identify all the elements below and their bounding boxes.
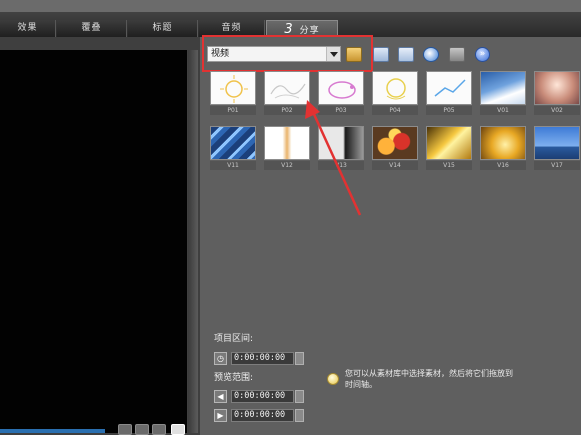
highlight-box	[202, 35, 373, 72]
pages-icon[interactable]	[449, 47, 465, 62]
player-scrollbar[interactable]	[188, 50, 198, 433]
mark-out-icon[interactable]: ▶	[214, 408, 227, 422]
clock-icon: ◷	[214, 351, 227, 365]
thumb-image	[264, 71, 310, 105]
player-button-1[interactable]	[118, 424, 132, 435]
library-thumb[interactable]: V15	[426, 126, 472, 170]
lightbulb-icon	[327, 373, 339, 385]
expand-icon[interactable]: »	[475, 47, 490, 62]
thumb-image	[372, 126, 418, 160]
sort-icon[interactable]	[423, 47, 439, 62]
preview-end-stepper[interactable]	[295, 408, 304, 422]
import-icon[interactable]	[373, 47, 389, 62]
tab-overlay[interactable]: 覆叠	[57, 20, 127, 37]
library-thumb[interactable]: V14	[372, 126, 418, 170]
library-thumb[interactable]: P01	[210, 71, 256, 115]
thumb-image	[210, 71, 256, 105]
thumb-caption: V13	[318, 161, 364, 170]
library-thumb[interactable]: V11	[210, 126, 256, 170]
player-button-3[interactable]	[152, 424, 166, 435]
library-thumb[interactable]: V13	[318, 126, 364, 170]
thumb-image	[534, 126, 580, 160]
preview-end-control: ▶ 0:00:00:00	[214, 408, 304, 422]
preview-end-field[interactable]: 0:00:00:00	[231, 408, 294, 422]
thumb-image	[210, 126, 256, 160]
library-thumb[interactable]: V16	[480, 126, 526, 170]
preview-start-field[interactable]: 0:00:00:00	[231, 389, 294, 403]
thumb-caption: V01	[480, 106, 526, 115]
library-thumb[interactable]: V01	[480, 71, 526, 115]
scribble-drawing-icon	[434, 79, 466, 97]
thumb-caption: V12	[264, 161, 310, 170]
thumb-caption: P01	[210, 106, 256, 115]
mark-in-icon[interactable]: ◀	[214, 389, 227, 403]
library-thumb[interactable]: P02	[264, 71, 310, 115]
thumb-caption: P04	[372, 106, 418, 115]
thumb-caption: V14	[372, 161, 418, 170]
preview-start-stepper[interactable]	[295, 389, 304, 403]
thumb-image	[426, 126, 472, 160]
project-duration-control: ◷ 0:00:00:00	[214, 351, 304, 365]
thumb-caption: V11	[210, 161, 256, 170]
player-button-2[interactable]	[135, 424, 149, 435]
library-tip: 您可以从素材库中选择素材，然后将它们拖放到时间轴。	[345, 369, 513, 389]
thumb-caption: V02	[534, 106, 580, 115]
sketch-drawing-icon	[270, 83, 306, 99]
thumb-caption: V16	[480, 161, 526, 170]
thumb-image	[426, 71, 472, 105]
playback-progress[interactable]	[0, 429, 105, 433]
library-thumb[interactable]: V17	[534, 126, 580, 170]
thumb-caption: P03	[318, 106, 364, 115]
sun-drawing-icon	[220, 75, 248, 103]
flower-drawing-icon	[386, 78, 406, 100]
thumb-caption: V15	[426, 161, 472, 170]
tab-title[interactable]: 标题	[128, 20, 198, 37]
thumb-image	[318, 126, 364, 160]
project-range-label: 项目区间:	[214, 334, 254, 344]
thumb-image	[480, 126, 526, 160]
thumb-image	[534, 71, 580, 105]
list-view-icon[interactable]	[398, 47, 414, 62]
project-duration-stepper[interactable]	[295, 351, 304, 365]
preview-player	[0, 37, 200, 435]
thumb-caption: V17	[534, 161, 580, 170]
preview-range-label: 预览范围:	[214, 373, 254, 383]
snapshot-button[interactable]	[171, 424, 185, 435]
library-thumb[interactable]: P03	[318, 71, 364, 115]
library-thumb[interactable]: P04	[372, 71, 418, 115]
library-thumb[interactable]: P05	[426, 71, 472, 115]
library-thumb[interactable]: V02	[534, 71, 580, 115]
tab-effects[interactable]: 效果	[0, 20, 56, 37]
thumb-image	[264, 126, 310, 160]
preview-start-control: ◀ 0:00:00:00	[214, 389, 304, 403]
preview-screen	[0, 50, 187, 433]
tab-bar-highlight	[0, 0, 581, 12]
library-thumb[interactable]: V12	[264, 126, 310, 170]
thumb-image	[318, 71, 364, 105]
thumb-image	[372, 71, 418, 105]
thumb-caption: P02	[264, 106, 310, 115]
project-duration-field[interactable]: 0:00:00:00	[231, 351, 294, 365]
tab-bar: 效果 覆叠 标题 音频 3 分享	[0, 0, 581, 37]
pig-drawing-icon	[328, 81, 356, 99]
thumb-caption: P05	[426, 106, 472, 115]
thumb-image	[480, 71, 526, 105]
